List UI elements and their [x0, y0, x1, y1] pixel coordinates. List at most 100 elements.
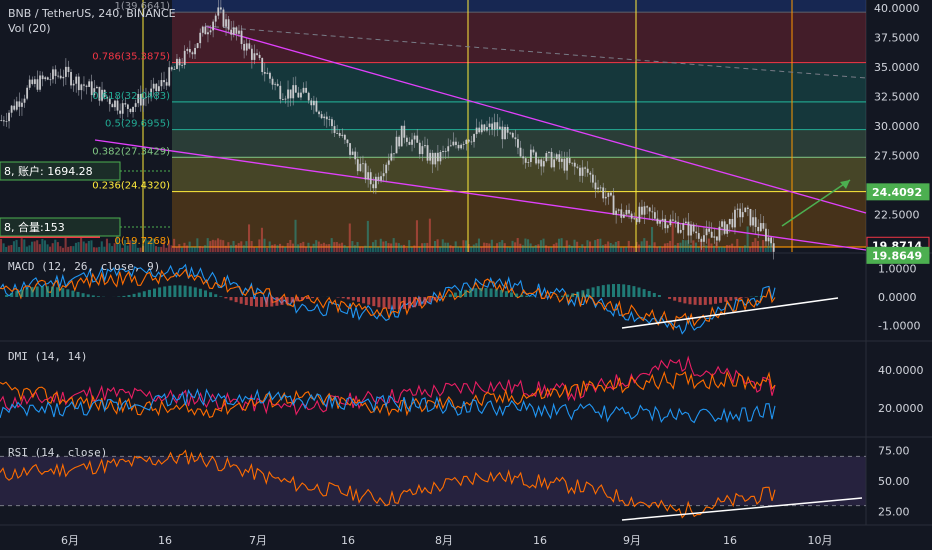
volume-bar [193, 247, 196, 252]
time-axis-tick: 6月 [61, 534, 79, 547]
volume-bar [723, 247, 726, 252]
candle-body [563, 158, 566, 171]
volume-bar [258, 239, 261, 252]
candle-body [460, 144, 463, 149]
volume-bar [157, 246, 160, 252]
macd-histogram-bar [25, 288, 29, 297]
candle-body [679, 229, 682, 233]
candle-body [333, 126, 336, 133]
candle-body [607, 192, 610, 197]
candle-body [708, 228, 711, 232]
price-axis-tick: 35.0000 [874, 61, 920, 74]
macd-histogram-bar [408, 297, 411, 309]
volume-bar [558, 238, 561, 252]
candle-body [212, 21, 215, 31]
candle-body [134, 103, 137, 107]
candle-body [77, 76, 80, 91]
macd-histogram-bar [5, 294, 9, 297]
candle-body [173, 68, 176, 70]
volume-bar [488, 243, 491, 252]
candle-body [770, 237, 773, 244]
candle-body [566, 157, 568, 171]
candle-body [351, 151, 354, 155]
volume-bar [395, 242, 398, 252]
volume-bar [248, 224, 251, 252]
candle-body [703, 235, 705, 242]
candle-body [599, 187, 602, 189]
macd-histogram-bar [428, 297, 432, 303]
candle-body [276, 83, 279, 86]
candle-body [315, 100, 318, 112]
macd-histogram-bar [510, 292, 513, 297]
volume-bar [632, 247, 635, 252]
candle-body [39, 75, 41, 90]
candle-body [542, 161, 545, 167]
volume-bar [542, 238, 545, 252]
candle-body [411, 139, 413, 145]
volume-bar [87, 240, 90, 252]
time-axis-tick: 16 [533, 534, 547, 547]
candle-body [625, 209, 628, 215]
macd-histogram-bar [81, 293, 85, 297]
volume-bar [15, 239, 18, 252]
candle-body [52, 69, 54, 80]
volume-bar [415, 220, 418, 252]
candle-body [362, 163, 364, 165]
volume-bar [20, 238, 23, 252]
volume-bar [462, 240, 465, 252]
volume-bar [506, 247, 509, 252]
volume-bar [552, 244, 555, 252]
volume-bar [472, 244, 475, 252]
volume-bar [372, 242, 375, 252]
volume-bar [503, 243, 506, 252]
candle-body [509, 132, 512, 134]
candle-body [263, 72, 266, 74]
volume-bar [449, 245, 452, 252]
candle-body [284, 98, 287, 100]
volume-bar [281, 245, 284, 252]
macd-histogram-bar [719, 297, 723, 303]
candle-body [739, 208, 742, 218]
candle-body [214, 15, 217, 22]
volume-bar [736, 238, 739, 252]
candle-body [731, 218, 734, 228]
macd-histogram-bar [576, 291, 580, 297]
macd-histogram-bar [606, 284, 610, 297]
macd-histogram-bar [474, 288, 478, 297]
macd-histogram-bar [520, 294, 524, 297]
macd-histogram-bar [759, 296, 763, 297]
volume-bar [581, 244, 584, 252]
macd-histogram-bar [306, 297, 309, 300]
macd-histogram-bar [612, 284, 615, 297]
candle-body [178, 58, 181, 66]
macd-histogram-bar [464, 289, 468, 297]
macd-histogram-bar [596, 286, 600, 297]
candle-body [540, 159, 543, 167]
macd-histogram-bar [341, 297, 345, 299]
rsi-axis-tick: 75.00 [878, 444, 910, 457]
volume-bar [669, 240, 672, 252]
volume-bar [496, 243, 499, 252]
rsi-band [0, 456, 866, 506]
macd-histogram-bar [739, 297, 743, 299]
volume-bar [578, 247, 581, 252]
macd-histogram-bar [504, 291, 508, 297]
candle-body [240, 30, 243, 44]
candle-body [225, 19, 227, 27]
volume-bar [596, 238, 599, 252]
macd-histogram-bar [15, 291, 19, 297]
volume-bar [198, 246, 201, 252]
volume-bar [537, 244, 540, 252]
order-tag-label: 8, 合量:153 [4, 220, 65, 234]
volume-bar [382, 241, 385, 252]
volume-bar [74, 242, 77, 252]
volume-bar [459, 247, 462, 252]
candle-body [374, 176, 377, 189]
macd-histogram-bar [153, 288, 156, 297]
volume-bar [227, 242, 230, 252]
volume-bar [312, 243, 315, 252]
candle-body [672, 219, 674, 221]
macd-histogram-bar [91, 295, 95, 297]
macd-histogram-bar [469, 288, 473, 297]
chart-root[interactable]: 1(39.6641)0.786(35.3875)0.618(32.0483)0.… [0, 0, 932, 550]
